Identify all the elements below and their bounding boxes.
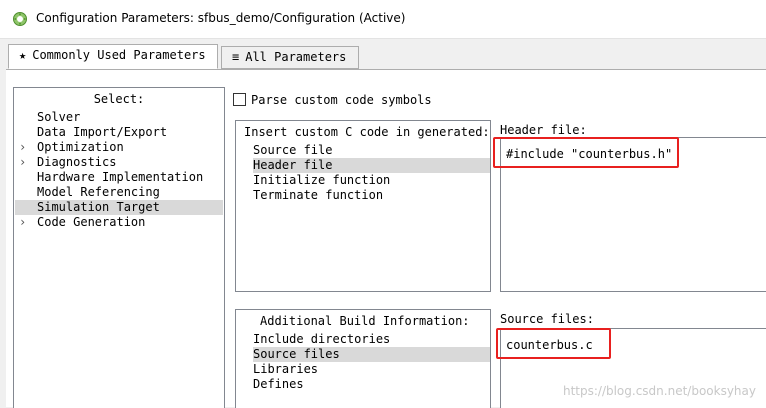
tree-item-code-generation[interactable]: › Code Generation (15, 215, 223, 230)
tree-item-label: Code Generation (37, 215, 146, 229)
tree-item-label: Solver (37, 110, 81, 124)
title-bar: Configuration Parameters: sfbus_demo/Con… (0, 0, 766, 39)
tree-item-data-import-export[interactable]: Data Import/Export (15, 125, 223, 140)
tree-item-label: Simulation Target (37, 200, 160, 214)
window-title: Configuration Parameters: sfbus_demo/Con… (36, 11, 406, 25)
list-item-libraries[interactable]: Libraries (253, 362, 490, 377)
custom-code-list[interactable]: Insert custom C code in generated: Sourc… (235, 120, 491, 292)
tree-item-solver[interactable]: Solver (15, 110, 223, 125)
header-file-label: Header file: (500, 123, 587, 137)
tree-item-label: Hardware Implementation (37, 170, 204, 184)
tree-item-label: Optimization (37, 140, 124, 154)
tree-item-hardware-implementation[interactable]: Hardware Implementation (15, 170, 223, 185)
chevron-right-icon[interactable]: › (19, 140, 26, 155)
list-item-terminate-function[interactable]: Terminate function (253, 188, 490, 203)
custom-code-list-header: Insert custom C code in generated: (244, 125, 490, 139)
source-files-value: counterbus.c (506, 338, 593, 352)
tree-item-label: Data Import/Export (37, 125, 168, 139)
star-icon: ★ (19, 48, 27, 62)
tree-item-optimization[interactable]: › Optimization (15, 140, 223, 155)
parse-custom-code-checkbox[interactable] (233, 93, 246, 106)
parse-custom-code-row[interactable]: Parse custom code symbols (233, 93, 432, 107)
source-files-label: Source files: (500, 312, 594, 326)
tab-label: All Parameters (245, 50, 347, 64)
chevron-right-icon[interactable]: › (19, 215, 26, 230)
tree-item-label: Diagnostics (37, 155, 117, 169)
tree-item-label: Model Referencing (37, 185, 160, 199)
tab-label: Commonly Used Parameters (32, 48, 206, 62)
tree-item-simulation-target[interactable]: Simulation Target (15, 200, 223, 215)
list-item-defines[interactable]: Defines (253, 377, 490, 392)
matlab-gear-icon (13, 12, 27, 26)
parameters-panel: Select: Solver Data Import/Export › Opti… (6, 69, 766, 408)
select-title: Select: (93, 92, 145, 106)
tree-item-model-referencing[interactable]: Model Referencing (15, 185, 223, 200)
build-info-list-header: Additional Build Information: (260, 314, 470, 328)
header-file-value: #include "counterbus.h" (506, 147, 673, 161)
list-item-initialize-function[interactable]: Initialize function (253, 173, 490, 188)
list-item-source-files[interactable]: Source files (253, 347, 490, 362)
chevron-right-icon[interactable]: › (19, 155, 26, 170)
build-info-list[interactable]: Additional Build Information: Include di… (235, 309, 491, 408)
watermark: https://blog.csdn.net/booksyhay (562, 384, 756, 398)
list-item-source-file[interactable]: Source file (253, 143, 490, 158)
list-icon: ≡ (232, 50, 240, 64)
tab-all-parameters[interactable]: ≡ All Parameters (221, 46, 359, 69)
list-item-include-directories[interactable]: Include directories (253, 332, 490, 347)
tab-commonly-used-parameters[interactable]: ★ Commonly Used Parameters (8, 44, 218, 69)
tree-item-diagnostics[interactable]: › Diagnostics (15, 155, 223, 170)
tab-strip: ★ Commonly Used Parameters ≡ All Parameter… (0, 38, 766, 70)
parse-custom-code-label: Parse custom code symbols (251, 93, 432, 107)
select-pane: Select: Solver Data Import/Export › Opti… (13, 87, 225, 408)
list-item-header-file[interactable]: Header file (253, 158, 490, 173)
